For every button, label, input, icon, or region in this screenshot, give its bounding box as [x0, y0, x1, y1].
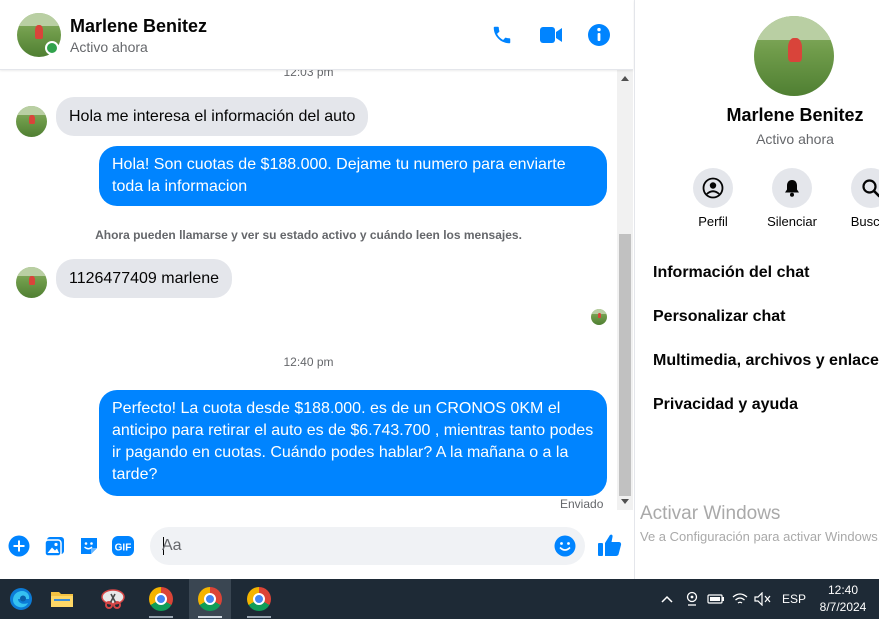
message-scrollbar[interactable] [617, 70, 633, 510]
tray-meet-now[interactable] [681, 579, 703, 619]
input-language[interactable]: ESP [779, 579, 809, 619]
chrome-icon [149, 587, 173, 611]
phone-icon [493, 26, 511, 44]
gif-label: GIF [115, 543, 132, 554]
sticker-button[interactable] [77, 534, 101, 558]
chat-pane: Marlene Benitez Activo ahora 12:03 pm Ho… [0, 0, 633, 579]
conversation-info-panel: Marlene Benitez Activo ahora Perfil Sile… [634, 0, 879, 579]
taskbar-chrome-3[interactable] [238, 579, 280, 619]
edge-browser-icon [10, 588, 32, 610]
seen-indicator-avatar [591, 309, 607, 325]
activate-windows-subtitle: Ve a Configuración para activar Windows. [640, 529, 879, 544]
user-circle-icon [702, 177, 724, 199]
profile-action-label: Perfil [698, 214, 728, 229]
clock-time: 12:40 [827, 583, 859, 597]
message-input[interactable] [162, 527, 552, 565]
incoming-message[interactable]: 1126477409 marlene [56, 259, 233, 298]
contact-avatar-small[interactable] [16, 267, 47, 298]
volume-muted-icon [754, 592, 771, 606]
mute-action-circle[interactable] [772, 168, 812, 208]
activate-windows-title: Activar Windows [640, 503, 781, 524]
scissors-icon [101, 589, 125, 609]
menu-chat-info[interactable]: Información del chat [653, 264, 809, 282]
sent-status: Enviado [560, 497, 604, 511]
taskbar-file-explorer[interactable] [41, 579, 83, 619]
online-indicator [45, 41, 59, 55]
profile-action-circle[interactable] [693, 168, 733, 208]
like-button[interactable] [597, 532, 623, 558]
gif-button[interactable]: GIF [111, 534, 135, 558]
attach-photo-button[interactable] [43, 534, 67, 558]
message-composer: GIF [0, 520, 633, 579]
video-camera-icon [540, 27, 562, 43]
mute-action-label: Silenciar [767, 214, 817, 229]
plus-circle-icon [8, 535, 30, 557]
search-action-label: Buscar [850, 214, 879, 229]
chrome-icon [247, 587, 271, 611]
menu-customize-chat[interactable]: Personalizar chat [653, 308, 786, 326]
battery-icon [707, 594, 724, 604]
mute-action[interactable]: Silenciar [760, 168, 824, 229]
emoji-button[interactable] [553, 534, 577, 558]
message-list[interactable]: 12:03 pm Hola me interesa el información… [0, 70, 617, 515]
contact-avatar-small[interactable] [16, 106, 47, 137]
running-indicator [198, 616, 222, 618]
taskbar-chrome-1[interactable] [140, 579, 182, 619]
message-timestamp: 12:03 pm [283, 70, 334, 79]
outgoing-message[interactable]: Hola! Son cuotas de $188.000. Dejame tu … [99, 146, 607, 206]
search-action-circle[interactable] [851, 168, 879, 208]
running-indicator [149, 616, 173, 618]
more-actions-button[interactable] [7, 534, 31, 558]
scrollbar-thumb[interactable] [619, 234, 631, 496]
conversation-info-button[interactable] [586, 22, 612, 48]
bell-icon [785, 180, 799, 197]
webcam-icon [686, 591, 698, 606]
info-contact-name: Marlene Benitez [726, 105, 864, 125]
system-clock[interactable]: 12:40 8/7/2024 [812, 582, 874, 616]
sticker-icon [81, 538, 97, 554]
folder-icon [51, 592, 73, 607]
windows-taskbar: ESP 12:40 8/7/2024 [0, 579, 879, 619]
tray-wifi[interactable] [729, 579, 751, 619]
system-notice: Ahora pueden llamarse y ver su estado ac… [95, 228, 522, 242]
gif-icon: GIF [112, 536, 134, 556]
video-call-button[interactable] [538, 22, 564, 48]
search-icon [862, 179, 879, 198]
message-input-wrapper[interactable] [150, 527, 585, 565]
thumbs-up-icon [598, 534, 622, 556]
phone-call-button[interactable] [489, 22, 515, 48]
wifi-icon [732, 593, 748, 604]
tray-battery[interactable] [705, 579, 727, 619]
chevron-up-icon [661, 595, 673, 603]
search-action[interactable]: Buscar [839, 168, 879, 229]
outgoing-message[interactable]: Perfecto! La cuota desde $188.000. es de… [99, 390, 607, 496]
messenger-app: Marlene Benitez Activo ahora 12:03 pm Ho… [0, 0, 879, 579]
chrome-icon [198, 587, 222, 611]
image-icon [44, 537, 64, 557]
running-indicator [247, 616, 271, 618]
contact-name[interactable]: Marlene Benitez [70, 16, 207, 37]
clock-date: 8/7/2024 [819, 600, 867, 614]
contact-avatar-large[interactable] [754, 16, 834, 96]
chat-header: Marlene Benitez Activo ahora [0, 0, 633, 70]
taskbar-chrome-2[interactable] [189, 579, 231, 619]
taskbar-edge[interactable] [0, 579, 42, 619]
menu-media-files-links[interactable]: Multimedia, archivos y enlaces [653, 352, 879, 370]
info-contact-status: Activo ahora [756, 131, 834, 147]
tray-volume[interactable] [752, 579, 774, 619]
message-timestamp: 12:40 pm [283, 355, 334, 369]
scroll-down-arrow-icon[interactable] [621, 499, 629, 504]
info-icon [588, 24, 610, 46]
incoming-message[interactable]: Hola me interesa el información del auto [56, 97, 369, 136]
emoji-icon [554, 535, 576, 557]
show-hidden-icons-button[interactable] [656, 579, 678, 619]
taskbar-snipping-tool[interactable] [92, 579, 134, 619]
menu-privacy-support[interactable]: Privacidad y ayuda [653, 396, 798, 414]
profile-action[interactable]: Perfil [681, 168, 745, 229]
contact-status: Activo ahora [70, 39, 148, 55]
scroll-up-arrow-icon[interactable] [621, 76, 629, 81]
